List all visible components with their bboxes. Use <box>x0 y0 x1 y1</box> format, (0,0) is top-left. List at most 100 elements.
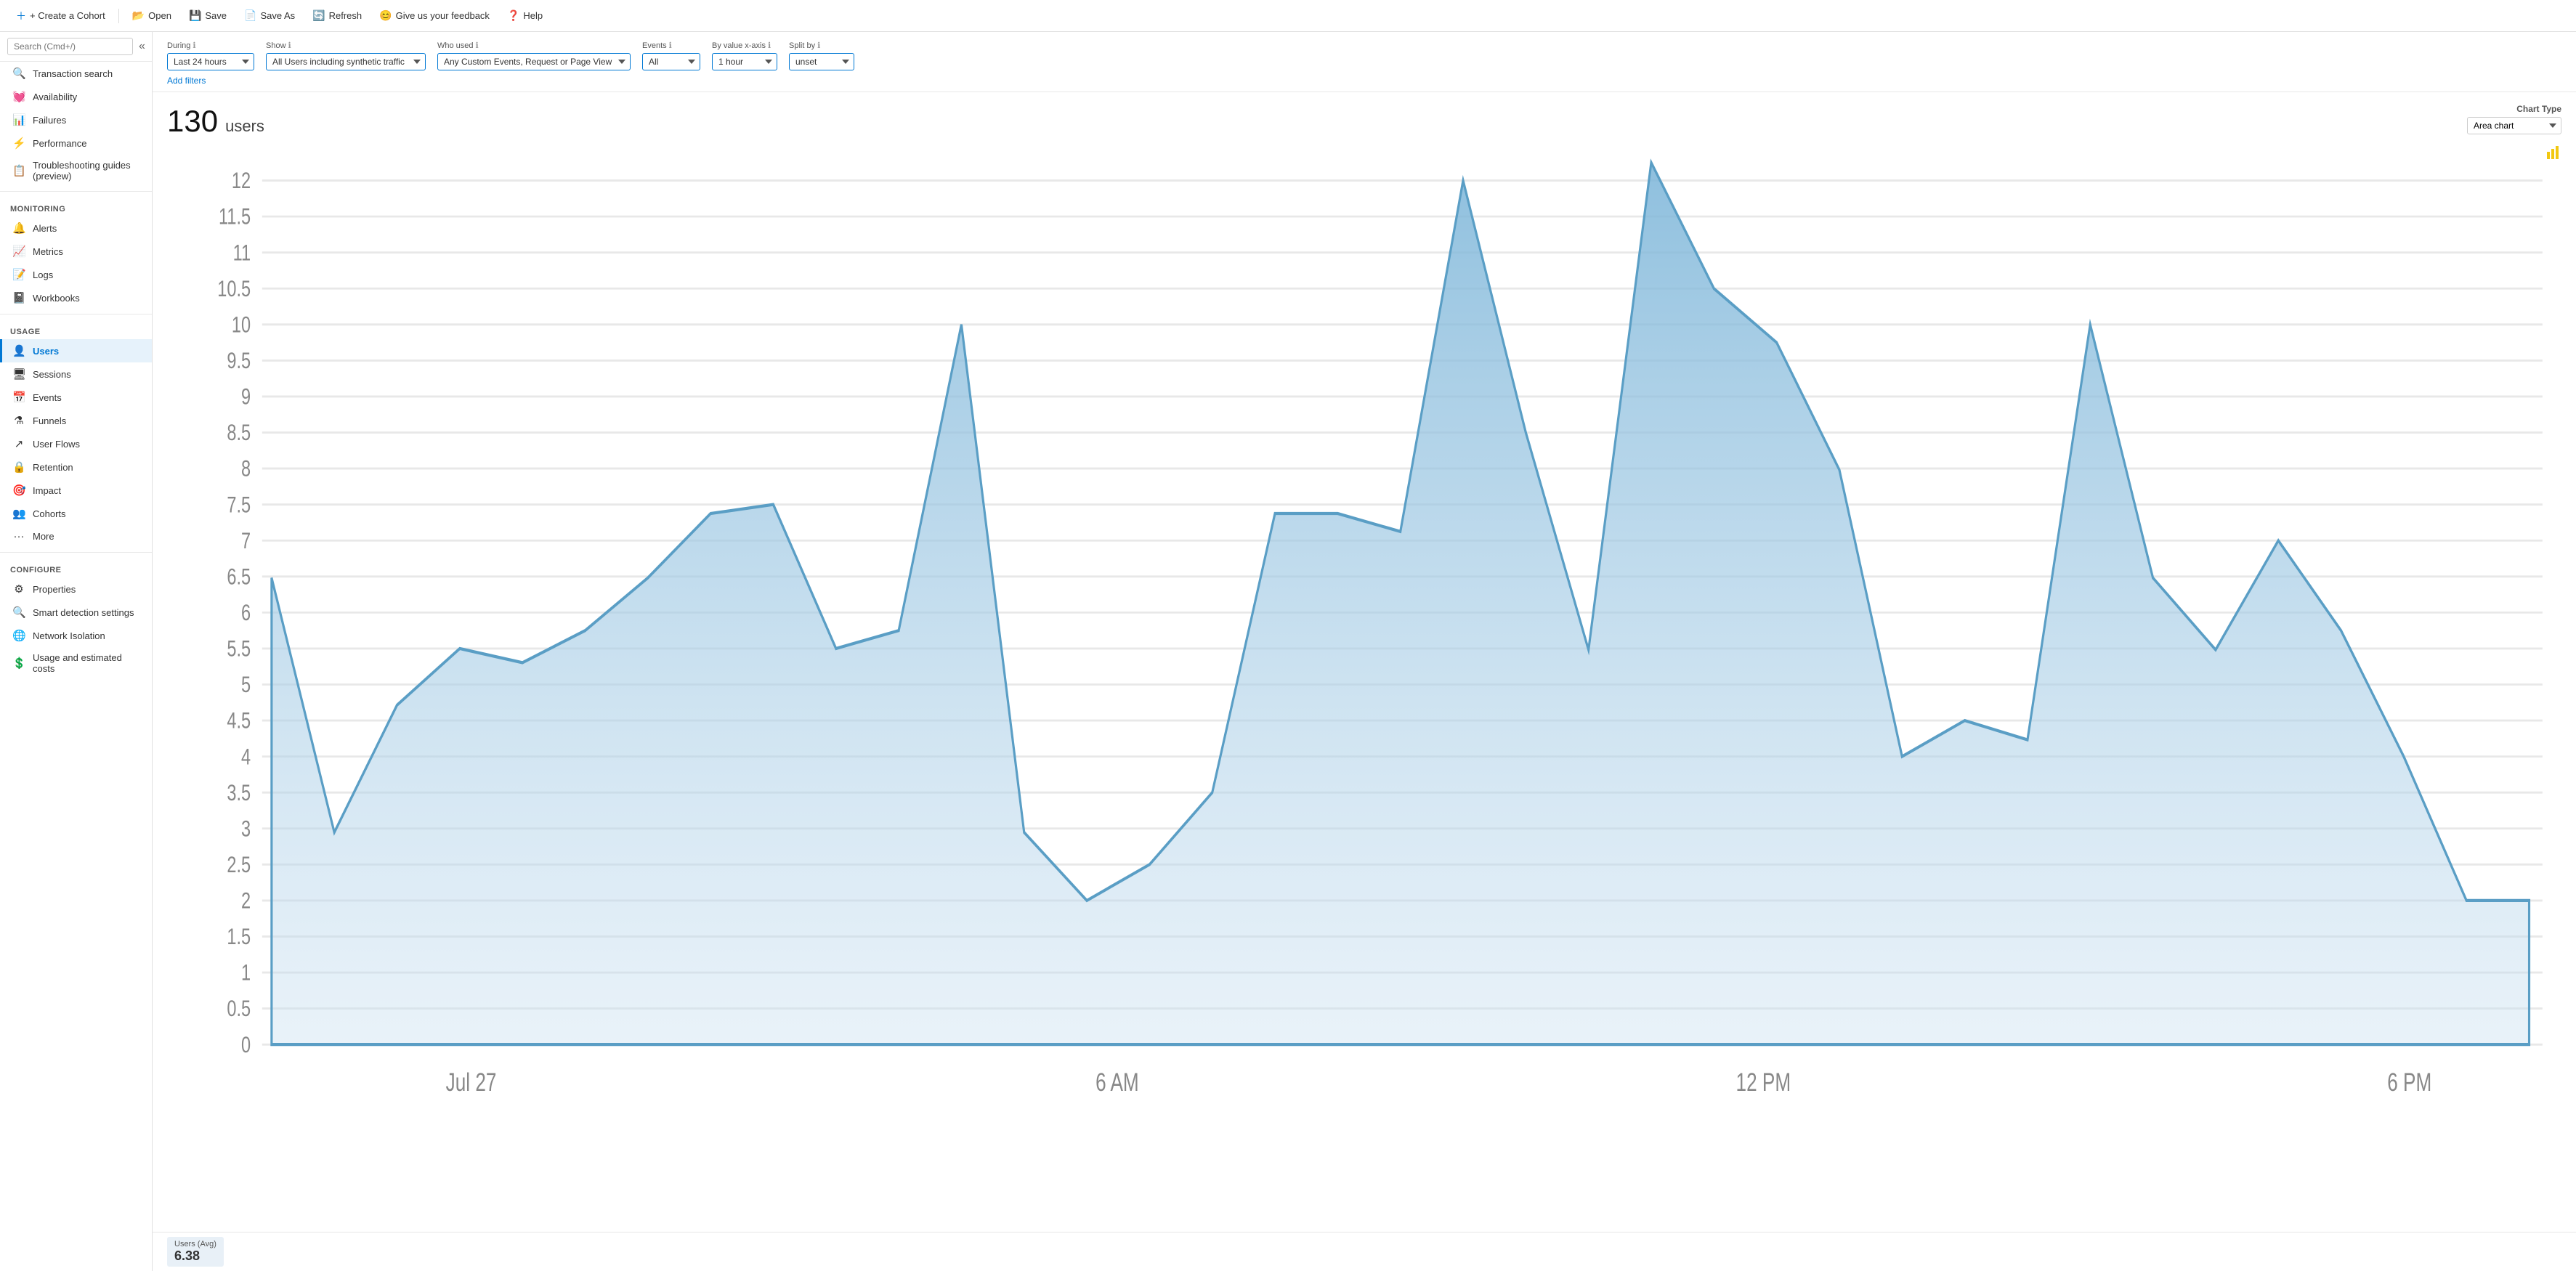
during-filter-group: During ℹ Last 24 hours Last 48 hours Las… <box>167 41 254 70</box>
users-count-display: 130 users <box>167 104 264 139</box>
svg-text:6 PM: 6 PM <box>2387 1068 2431 1097</box>
svg-text:6.5: 6.5 <box>227 564 251 589</box>
save-as-icon: 📄 <box>244 9 256 22</box>
add-filters-link[interactable]: Add filters <box>167 76 206 86</box>
during-info-icon[interactable]: ℹ <box>193 41 195 50</box>
svg-text:2.5: 2.5 <box>227 852 251 877</box>
properties-icon: ⚙ <box>12 582 25 596</box>
sidebar-item-alerts[interactable]: 🔔 Alerts <box>0 216 152 240</box>
svg-text:12: 12 <box>232 168 251 193</box>
alerts-icon: 🔔 <box>12 222 25 235</box>
sidebar-item-failures[interactable]: 📊 Failures <box>0 108 152 131</box>
chart-area: 130 users Chart Type Area chart Bar char… <box>153 92 2576 1232</box>
sidebar-item-funnels[interactable]: ⚗ Funnels <box>0 409 152 432</box>
sidebar-item-retention[interactable]: 🔒 Retention <box>0 455 152 479</box>
by-value-filter-group: By value x-axis ℹ 1 hour 6 hours 12 hour… <box>712 41 777 70</box>
svg-text:9: 9 <box>241 383 251 409</box>
help-icon: ❓ <box>507 9 519 22</box>
troubleshooting-icon: 📋 <box>12 164 25 177</box>
save-icon: 💾 <box>189 9 201 22</box>
who-used-info-icon[interactable]: ℹ <box>476 41 479 50</box>
search-input[interactable] <box>7 38 133 55</box>
svg-text:4.5: 4.5 <box>227 707 251 733</box>
sidebar-item-usage-costs[interactable]: 💲 Usage and estimated costs <box>0 647 152 679</box>
sidebar-item-metrics[interactable]: 📈 Metrics <box>0 240 152 263</box>
toolbar: ＋ + Create a Cohort 📂 Open 💾 Save 📄 Save… <box>0 0 2576 32</box>
save-button[interactable]: 💾 Save <box>182 6 234 25</box>
chart-type-group: Chart Type Area chart Bar chart Line cha… <box>2467 104 2561 134</box>
chart-type-select[interactable]: Area chart Bar chart Line chart <box>2467 117 2561 134</box>
svg-text:1.5: 1.5 <box>227 924 251 949</box>
show-filter-group: Show ℹ All Users including synthetic tra… <box>266 41 426 70</box>
refresh-icon: 🔄 <box>312 9 325 22</box>
usage-costs-icon: 💲 <box>12 657 25 670</box>
svg-text:4: 4 <box>241 744 251 769</box>
during-select[interactable]: Last 24 hours Last 48 hours Last 7 days … <box>167 53 254 70</box>
powerbi-icon[interactable] <box>2545 145 2561 164</box>
sidebar-item-impact[interactable]: 🎯 Impact <box>0 479 152 502</box>
configure-section-label: Configure <box>0 557 152 577</box>
split-by-label: Split by ℹ <box>789 41 854 50</box>
sidebar-item-cohorts[interactable]: 👥 Cohorts <box>0 502 152 525</box>
sidebar-search-area: « <box>0 32 152 62</box>
create-cohort-button[interactable]: ＋ + Create a Cohort <box>9 5 113 27</box>
save-as-button[interactable]: 📄 Save As <box>237 6 302 25</box>
sidebar-item-availability[interactable]: 💓 Availability <box>0 85 152 108</box>
chart-container: 12 11.5 11 10.5 10 9.5 9 8.5 8 7.5 7 6.5… <box>167 145 2561 1225</box>
svg-text:11.5: 11.5 <box>219 203 251 229</box>
by-value-info-icon[interactable]: ℹ <box>768 41 771 50</box>
svg-text:5.5: 5.5 <box>227 636 251 661</box>
sidebar-item-more[interactable]: ··· More <box>0 525 152 548</box>
by-value-select[interactable]: 1 hour 6 hours 12 hours 1 day <box>712 53 777 70</box>
sidebar-item-logs[interactable]: 📝 Logs <box>0 263 152 286</box>
who-used-select[interactable]: Any Custom Events, Request or Page View … <box>437 53 631 70</box>
sessions-icon: 🖥 <box>12 368 25 381</box>
events-filter-group: Events ℹ All <box>642 41 700 70</box>
events-select[interactable]: All <box>642 53 700 70</box>
sidebar-divider-1 <box>0 191 152 192</box>
who-used-label: Who used ℹ <box>437 41 631 50</box>
feedback-icon: 😊 <box>379 9 392 22</box>
sidebar-collapse-button[interactable]: « <box>137 38 147 54</box>
retention-icon: 🔒 <box>12 460 25 474</box>
tooltip-value: 6.38 <box>174 1248 216 1264</box>
show-select[interactable]: All Users including synthetic traffic Au… <box>266 53 426 70</box>
sidebar-item-user-flows[interactable]: ↗ User Flows <box>0 432 152 455</box>
open-button[interactable]: 📂 Open <box>125 6 179 25</box>
svg-text:5: 5 <box>241 672 251 697</box>
sidebar-item-smart-detection[interactable]: 🔍 Smart detection settings <box>0 601 152 624</box>
sidebar-item-performance[interactable]: ⚡ Performance <box>0 131 152 155</box>
help-button[interactable]: ❓ Help <box>500 6 550 25</box>
open-icon: 📂 <box>132 9 145 22</box>
sidebar-item-troubleshooting[interactable]: 📋 Troubleshooting guides (preview) <box>0 155 152 187</box>
show-label: Show ℹ <box>266 41 426 50</box>
events-icon: 📅 <box>12 391 25 404</box>
sidebar-item-properties[interactable]: ⚙ Properties <box>0 577 152 601</box>
show-info-icon[interactable]: ℹ <box>288 41 291 50</box>
sidebar-item-network-isolation[interactable]: 🌐 Network Isolation <box>0 624 152 647</box>
svg-text:3.5: 3.5 <box>227 779 251 805</box>
chart-type-label: Chart Type <box>2516 104 2561 114</box>
sidebar-item-users[interactable]: 👤 Users <box>0 339 152 362</box>
sidebar-item-sessions[interactable]: 🖥 Sessions <box>0 362 152 386</box>
feedback-button[interactable]: 😊 Give us your feedback <box>372 6 497 25</box>
refresh-button[interactable]: 🔄 Refresh <box>305 6 369 25</box>
more-icon: ··· <box>12 530 25 543</box>
area-chart-fill <box>272 163 2530 1044</box>
split-by-select[interactable]: unset <box>789 53 854 70</box>
svg-text:6 AM: 6 AM <box>1095 1068 1139 1097</box>
sidebar-item-events[interactable]: 📅 Events <box>0 386 152 409</box>
network-isolation-icon: 🌐 <box>12 629 25 642</box>
events-info-icon[interactable]: ℹ <box>669 41 672 50</box>
svg-text:6: 6 <box>241 600 251 625</box>
transaction-search-icon: 🔍 <box>12 67 25 80</box>
split-by-info-icon[interactable]: ℹ <box>817 41 820 50</box>
usage-section-label: Usage <box>0 319 152 339</box>
sidebar-item-transaction-search[interactable]: 🔍 Transaction search <box>0 62 152 85</box>
svg-text:7.5: 7.5 <box>227 492 251 517</box>
monitoring-section-label: Monitoring <box>0 196 152 216</box>
smart-detection-icon: 🔍 <box>12 606 25 619</box>
by-value-label: By value x-axis ℹ <box>712 41 777 50</box>
sidebar-item-workbooks[interactable]: 📓 Workbooks <box>0 286 152 309</box>
svg-text:1: 1 <box>241 959 251 985</box>
